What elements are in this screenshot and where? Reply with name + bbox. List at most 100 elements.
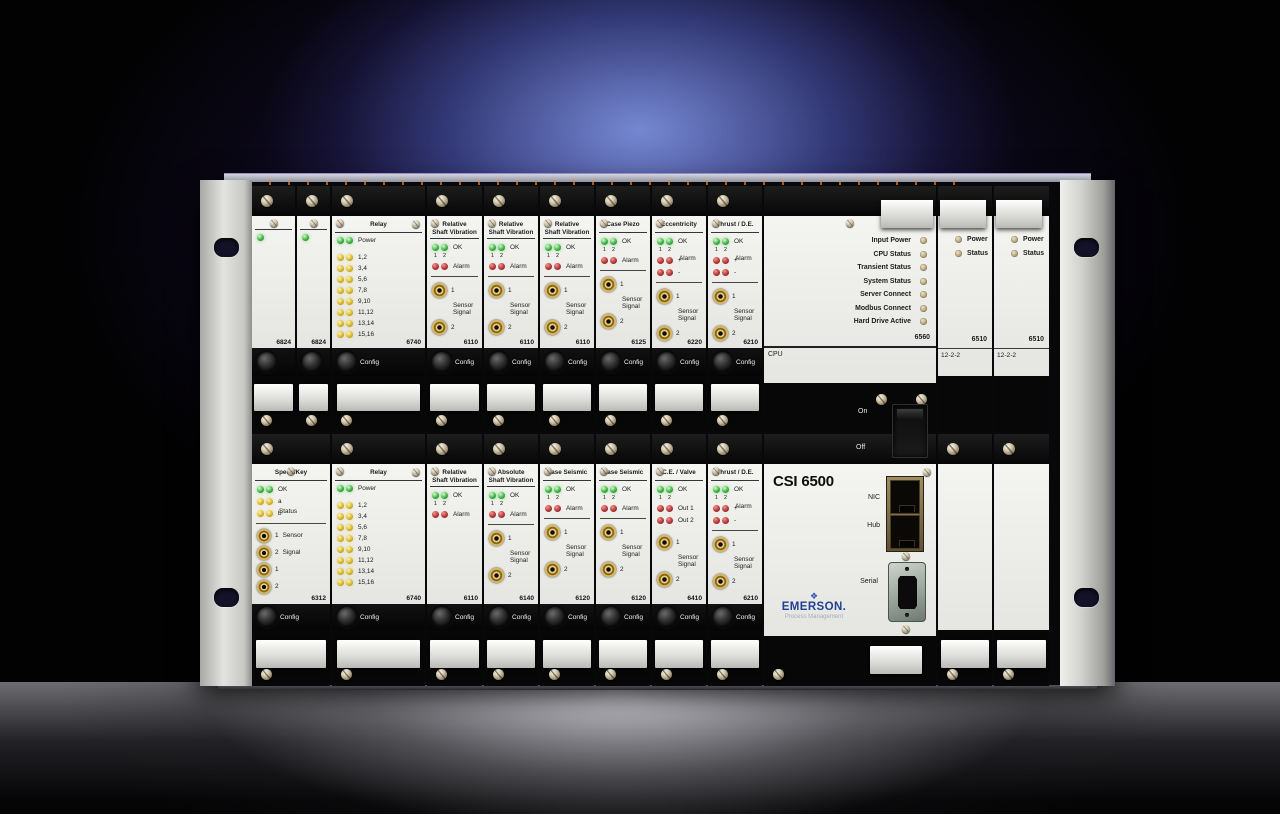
led-red	[713, 268, 720, 276]
led-label: Power	[358, 485, 377, 492]
led-index-row: 12	[427, 253, 482, 260]
led-green	[657, 485, 664, 493]
bnc-label: 2	[620, 566, 624, 573]
ejector-tab[interactable]	[336, 640, 421, 668]
ejector-tab[interactable]	[710, 384, 760, 411]
led-label: OK	[510, 243, 520, 251]
led-index: 1	[602, 495, 607, 501]
ejector-tab[interactable]	[940, 200, 986, 228]
bnc-connector	[432, 320, 447, 336]
led-green	[346, 237, 353, 244]
led-yellow	[346, 265, 353, 272]
bnc-row: 1	[427, 280, 482, 301]
ejector-band	[427, 630, 482, 686]
ejector-tab[interactable]	[336, 384, 421, 411]
config-port	[257, 607, 277, 627]
module-faceplate: 6824	[252, 216, 295, 348]
led-index: 1	[546, 495, 551, 501]
led-label: Alarm	[566, 504, 583, 512]
screw-icon	[493, 415, 504, 426]
led-row: OK	[708, 483, 762, 495]
led-row: 7,8	[332, 533, 425, 544]
led-label: OK	[678, 485, 688, 493]
text-line: Signal	[453, 309, 471, 317]
led-label: 7,8	[358, 287, 367, 294]
screw-icon	[773, 669, 784, 680]
ejector-tab[interactable]	[542, 384, 592, 411]
module-faceplate: Speed/KeyOKabStatus1Sensor2Signal126312	[252, 464, 330, 604]
ejector-tab[interactable]	[255, 640, 327, 668]
screw-icon	[605, 669, 616, 680]
screw-icon	[431, 467, 439, 475]
bnc-label: Signal	[282, 549, 301, 556]
screw-icon	[600, 467, 608, 475]
model-number: 6740	[406, 595, 421, 602]
cpu-status-row: Transient Status	[764, 261, 936, 275]
ejector-tab[interactable]	[486, 640, 536, 668]
ejector-tab[interactable]	[542, 640, 592, 668]
led-row: Alarm	[596, 502, 650, 514]
module-top-strip	[596, 434, 650, 464]
power-switch-area: On Off	[848, 388, 968, 462]
led-green	[610, 237, 617, 245]
config-section: Config	[484, 348, 538, 376]
ejector-tab[interactable]	[486, 384, 536, 411]
led-yellow	[337, 557, 344, 564]
screw-icon	[1003, 443, 1015, 455]
ejector-tab[interactable]	[254, 384, 293, 411]
bnc-connector	[713, 289, 728, 304]
text-line: Sensor	[566, 544, 587, 551]
module-6210: Thrust / D.E. OK 1 2 + Alarm -1 Sensor Signal 2 62…	[708, 186, 762, 432]
bnc-connector	[601, 525, 616, 540]
status-led	[920, 237, 927, 245]
module-6110: Relative Shaft Vibration OK 1 2 Alarm 1 Sensor S…	[540, 186, 594, 432]
mounting-hole	[214, 588, 239, 607]
model-number: 6110	[519, 339, 534, 346]
bnc-label: 1	[676, 539, 680, 546]
ejector-band	[652, 376, 706, 432]
config-port	[657, 352, 677, 372]
ejector-tab[interactable]	[598, 384, 648, 411]
power-rocker-switch[interactable]	[892, 404, 928, 458]
led-index-row: 12	[596, 247, 650, 254]
ejector-tab[interactable]	[429, 640, 480, 668]
divider-line	[431, 276, 478, 278]
led-row: 9,10	[332, 544, 425, 555]
screw-icon	[549, 669, 560, 680]
led-label: OK	[566, 485, 576, 493]
led-yellow	[346, 513, 353, 520]
module-title: Relay	[335, 219, 422, 233]
ejector-tab[interactable]	[870, 646, 922, 674]
led-label: 7,8	[358, 535, 367, 542]
ejector-tab[interactable]	[996, 640, 1047, 668]
ejector-tab[interactable]	[881, 200, 933, 228]
ejector-tab[interactable]	[940, 640, 990, 668]
text-line: Signal	[622, 551, 640, 558]
ejector-tab[interactable]	[710, 640, 760, 668]
module-6120: Case Seismic OK 1 2 Alarm 1 Sensor Signal 2 6120 C…	[540, 434, 594, 686]
module-title-line: Relay	[370, 221, 387, 228]
ejector-tab[interactable]	[298, 384, 329, 411]
ejector-tab[interactable]	[598, 640, 648, 668]
ejector-tab[interactable]	[996, 200, 1042, 228]
config-label: Config	[624, 613, 644, 621]
module-top-strip	[332, 434, 425, 464]
led-label: 13,14	[358, 568, 374, 575]
ejector-tab[interactable]	[429, 384, 480, 411]
led-yellow	[346, 568, 353, 575]
config-label: Config	[680, 613, 700, 621]
model-number: 6220	[687, 339, 702, 346]
config-port	[601, 352, 621, 372]
module-top-strip	[427, 434, 482, 464]
led-red	[601, 256, 608, 264]
screw-icon	[261, 195, 273, 207]
led-yellow	[346, 298, 353, 305]
right-mounting-flange	[1060, 180, 1115, 686]
led-index: 1	[490, 253, 495, 260]
ejector-tab[interactable]	[654, 384, 704, 411]
ejector-tab[interactable]	[654, 640, 704, 668]
led-label: 9,10	[358, 298, 371, 305]
bnc-connector	[601, 314, 616, 329]
status-led	[920, 304, 927, 312]
bnc-row: 2	[596, 311, 650, 332]
